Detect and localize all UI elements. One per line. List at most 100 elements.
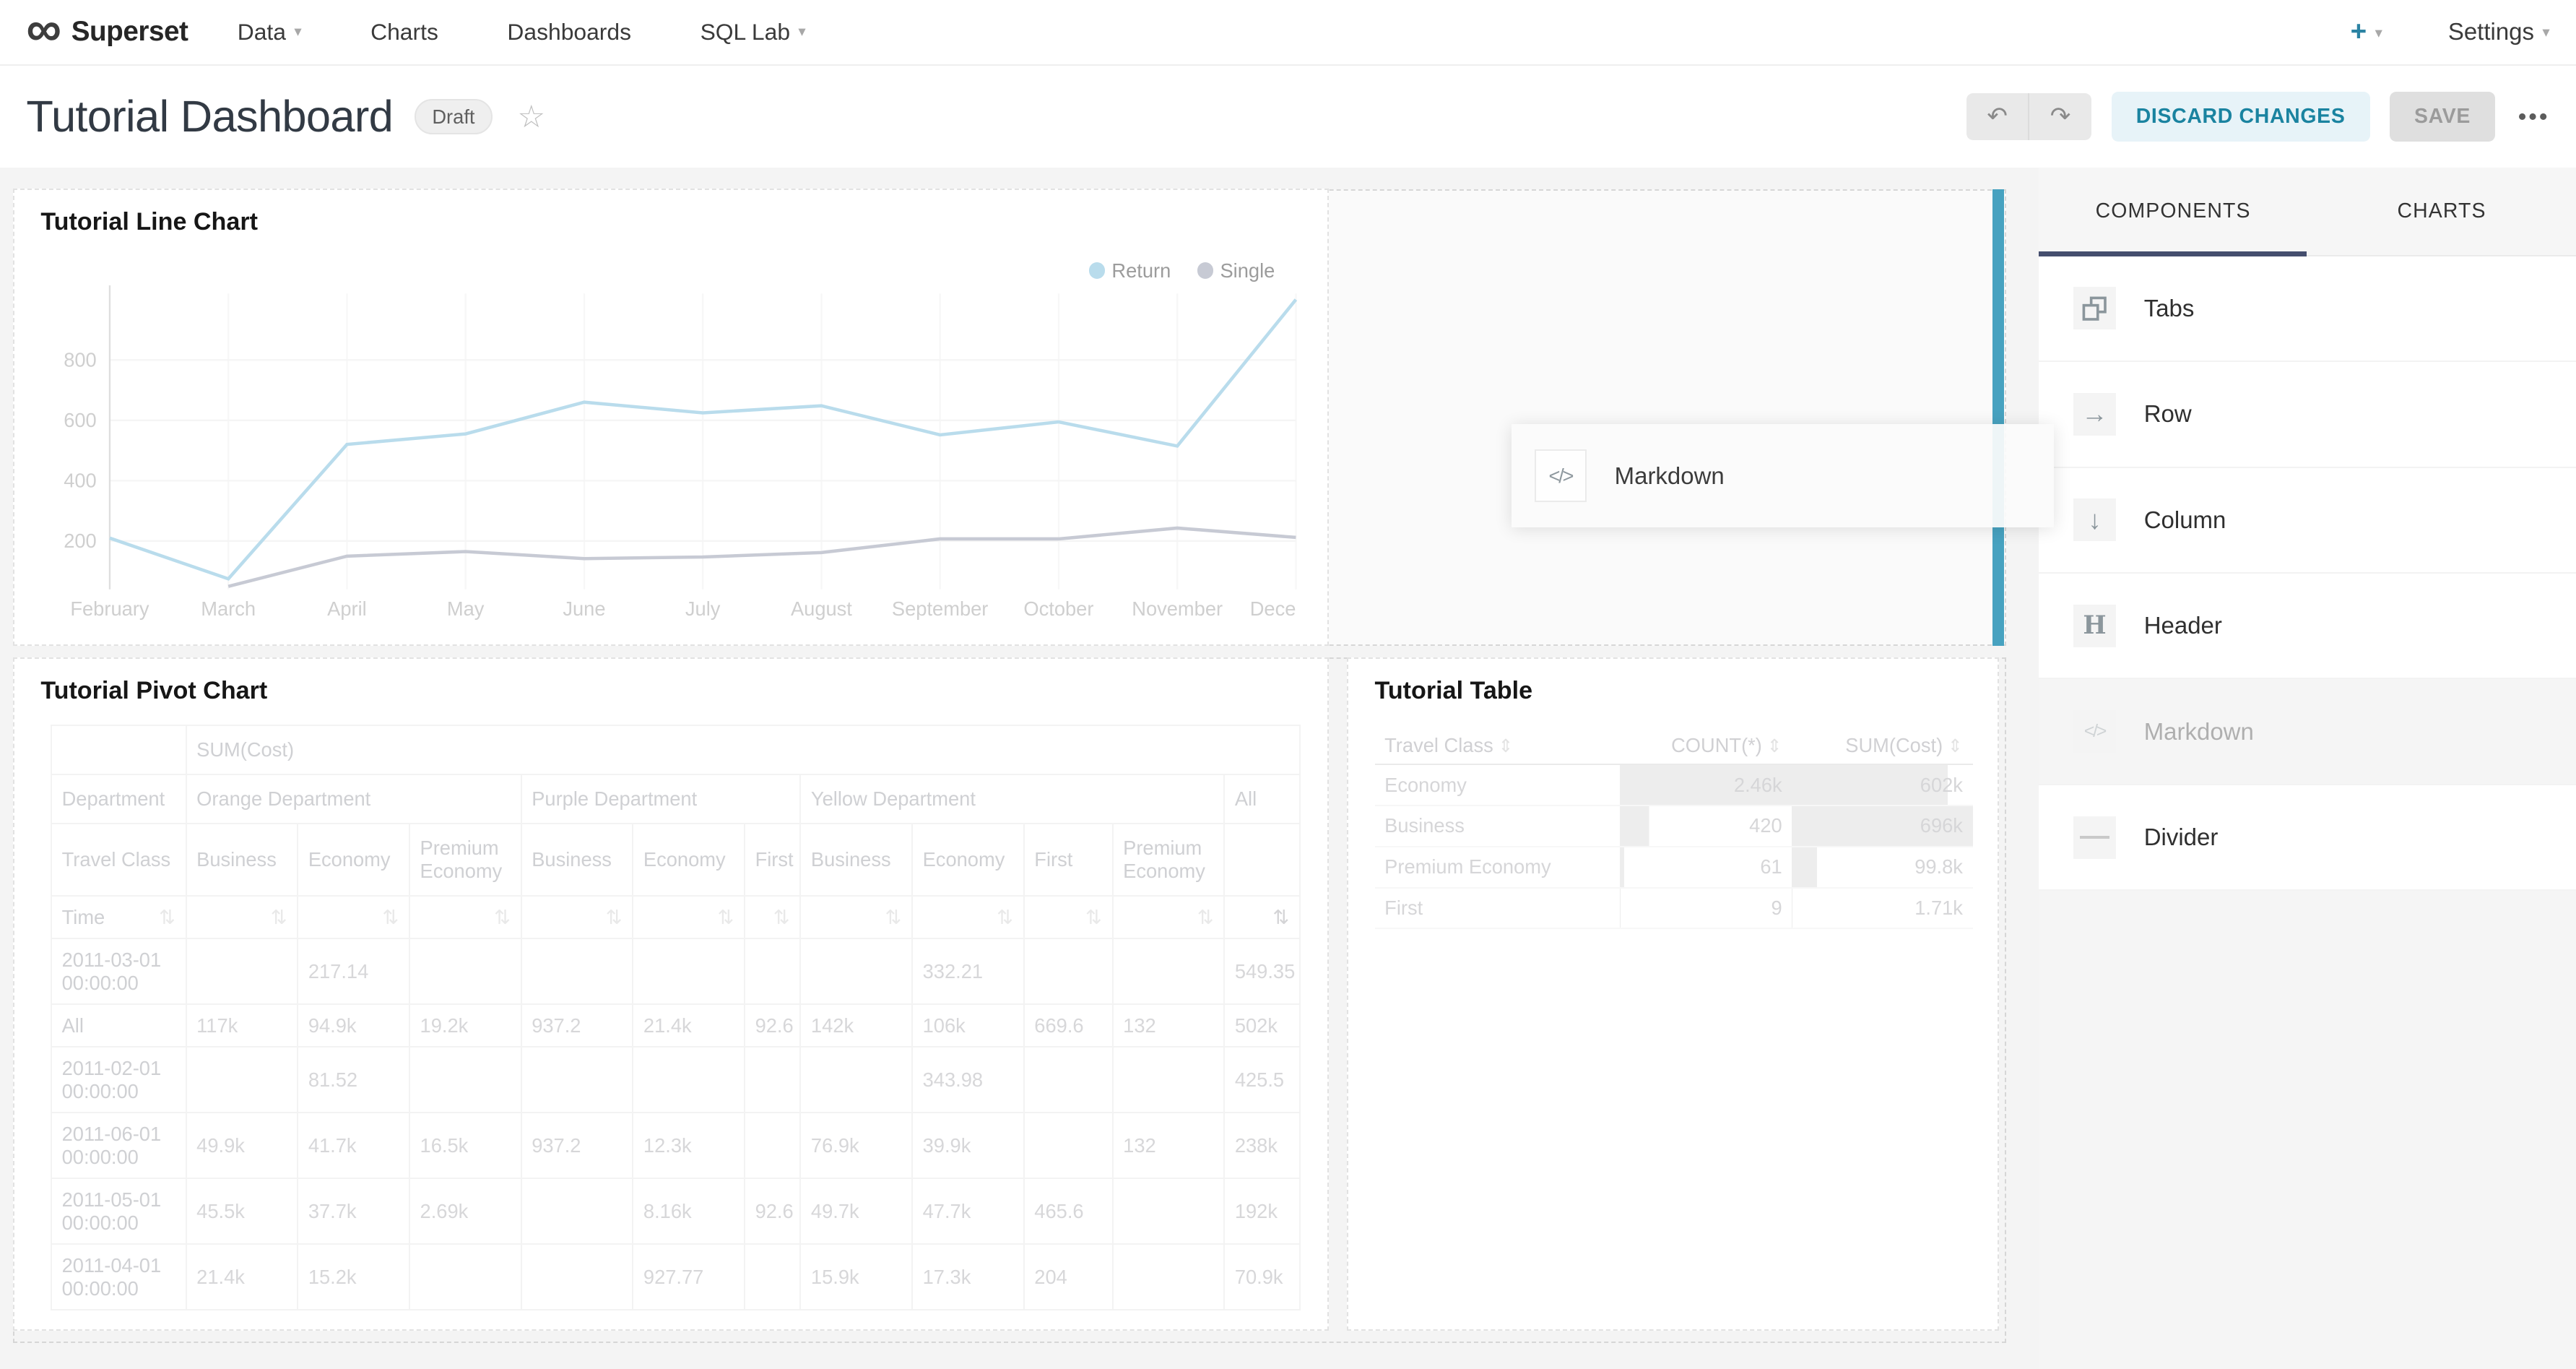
pivot-value-cell [186, 938, 298, 1004]
undo-button[interactable]: ↶ [1966, 93, 2029, 141]
drag-ghost-markdown[interactable]: </> Markdown [1512, 424, 2054, 527]
pivot-value-cell: 332.21 [912, 938, 1024, 1004]
pivot-value-cell [1024, 1113, 1113, 1178]
legend-item-return[interactable]: Return [1089, 259, 1171, 282]
pivot-value-cell: 204 [1024, 1244, 1113, 1310]
save-button[interactable]: SAVE [2390, 92, 2495, 141]
pivot-value-cell: 937.2 [521, 1004, 633, 1047]
pivot-sort-cell[interactable]: ⇅ [745, 896, 800, 938]
pivot-sort-cell[interactable]: ⇅ [521, 896, 633, 938]
chevron-down-icon: ▾ [2375, 25, 2382, 41]
dashboard-grid: Tutorial Line Chart ReturnSingle 8006004… [0, 168, 2039, 1369]
pivot-chart-title: Tutorial Pivot Chart [40, 677, 267, 705]
more-options-button[interactable]: ••• [2518, 103, 2550, 130]
pivot-col-header[interactable]: Business [521, 824, 633, 896]
pivot-col-header[interactable]: Premium Economy [409, 824, 521, 896]
sidebar-item-row[interactable]: →Row [2039, 362, 2576, 467]
pivot-col-group-orange-department[interactable]: Orange Department [186, 774, 521, 824]
pivot-value-cell: 8.16k [633, 1178, 745, 1244]
pivot-value-cell [521, 1047, 633, 1113]
pivot-row-header: 2011-03-01 00:00:00 [51, 938, 186, 1004]
sidebar-item-column[interactable]: ↓Column [2039, 468, 2576, 574]
page-title[interactable]: Tutorial Dashboard [26, 91, 393, 142]
pivot-value-cell: 549.35 [1224, 938, 1300, 1004]
pivot-sort-cell[interactable]: ⇅ [800, 896, 912, 938]
pivot-col-header[interactable]: Premium Economy [1113, 824, 1225, 896]
column-header-count-[interactable]: COUNT(*)⇕ [1620, 727, 1792, 764]
pivot-sort-cell[interactable]: ⇅ [1113, 896, 1225, 938]
sort-icon[interactable]: ⇕ [1948, 736, 1963, 756]
sidebar-item-header[interactable]: HHeader [2039, 574, 2576, 679]
data-table-card[interactable]: Tutorial Table Travel Class⇕COUNT(*)⇕SUM… [1347, 657, 1999, 1331]
pivot-time-label[interactable]: Time⇅ [51, 896, 186, 938]
discard-changes-button[interactable]: DISCARD CHANGES [2112, 92, 2370, 141]
tab-charts[interactable]: CHARTS [2307, 168, 2576, 255]
sort-icon[interactable]: ⇅ [606, 906, 623, 929]
pivot-sort-cell[interactable]: ⇅ [298, 896, 409, 938]
pivot-col-header[interactable]: Economy [633, 824, 745, 896]
sort-icon[interactable]: ⇕ [1499, 736, 1514, 756]
pivot-col-header[interactable]: Business [186, 824, 298, 896]
add-new-button[interactable]: +▾ [2351, 16, 2382, 48]
cell-travel-class: First [1375, 888, 1621, 929]
nav-item-data[interactable]: Data▾ [238, 19, 302, 46]
cell-sum: 99.8k [1792, 847, 1972, 888]
pivot-sort-cell[interactable]: ⇅ [186, 896, 298, 938]
pivot-col-group-all[interactable]: All [1224, 774, 1300, 824]
pivot-col-group-purple-department[interactable]: Purple Department [521, 774, 801, 824]
pivot-sort-cell[interactable]: ⇅ [633, 896, 745, 938]
sort-icon[interactable]: ⇅ [1085, 906, 1102, 929]
sort-icon[interactable]: ⇅ [159, 906, 175, 929]
series-line-single[interactable] [228, 528, 1296, 587]
sort-icon[interactable]: ⇅ [773, 906, 790, 929]
tab-components[interactable]: COMPONENTS [2039, 168, 2307, 255]
pivot-col-group-yellow-department[interactable]: Yellow Department [800, 774, 1224, 824]
nav-item-charts[interactable]: Charts [370, 19, 438, 46]
pivot-value-cell: 76.9k [800, 1113, 912, 1178]
x-axis-tick-label: July [685, 598, 721, 621]
pivot-col-header[interactable]: First [745, 824, 800, 896]
dashboard-row-1[interactable]: Tutorial Line Chart ReturnSingle 8006004… [13, 189, 2005, 646]
pivot-col-header[interactable] [1224, 824, 1300, 896]
sort-icon[interactable]: ⇅ [271, 906, 287, 929]
pivot-sort-cell[interactable]: ⇅ [1024, 896, 1113, 938]
column-header-travel-class[interactable]: Travel Class⇕ [1375, 727, 1621, 764]
sidebar-item-markdown[interactable]: </>Markdown [2039, 679, 2576, 785]
pivot-sort-cell[interactable]: ⇅ [409, 896, 521, 938]
nav-item-dashboards[interactable]: Dashboards [507, 19, 631, 46]
divider-icon [2073, 816, 2116, 859]
superset-brand[interactable]: ∞ Superset [26, 7, 188, 56]
pivot-value-cell: 132 [1113, 1004, 1225, 1047]
sort-icon[interactable]: ⇅ [717, 906, 734, 929]
nav-item-sql-lab[interactable]: SQL Lab▾ [701, 19, 806, 46]
pivot-value-cell [409, 938, 521, 1004]
sort-icon[interactable]: ⇅ [997, 906, 1013, 929]
redo-button[interactable]: ↷ [2029, 93, 2091, 141]
pivot-sort-cell[interactable]: ⇅ [1224, 896, 1300, 938]
column-header-sum-cost-[interactable]: SUM(Cost)⇕ [1792, 727, 1972, 764]
settings-menu[interactable]: Settings▾ [2448, 18, 2550, 46]
pivot-value-cell [186, 1047, 298, 1113]
sort-icon[interactable]: ⇅ [1272, 906, 1289, 929]
sidebar-item-tabs[interactable]: Tabs [2039, 256, 2576, 362]
status-badge: Draft [415, 99, 493, 135]
pivot-sort-cell[interactable]: ⇅ [912, 896, 1024, 938]
line-chart-card[interactable]: Tutorial Line Chart ReturnSingle 8006004… [13, 189, 1329, 645]
sort-icon[interactable]: ⇅ [494, 906, 511, 929]
dashboard-row-2[interactable]: Tutorial Pivot Chart SUM(Cost)Department… [13, 657, 2005, 1343]
sort-icon[interactable]: ⇅ [1197, 906, 1214, 929]
pivot-col-header[interactable]: Economy [298, 824, 409, 896]
pivot-col-header[interactable]: Economy [912, 824, 1024, 896]
sort-icon[interactable]: ⇅ [382, 906, 399, 929]
pivot-col-header[interactable]: First [1024, 824, 1113, 896]
sort-icon[interactable]: ⇅ [885, 906, 901, 929]
pivot-chart-card[interactable]: Tutorial Pivot Chart SUM(Cost)Department… [13, 657, 1329, 1331]
sort-icon[interactable]: ⇕ [1767, 736, 1782, 756]
pivot-col-header[interactable]: Business [800, 824, 912, 896]
pivot-value-cell: 12.3k [633, 1113, 745, 1178]
sidebar-item-divider[interactable]: Divider [2039, 785, 2576, 891]
favorite-star-icon[interactable]: ☆ [517, 99, 545, 135]
pivot-value-cell: 2.69k [409, 1178, 521, 1244]
row-arrow-icon: → [2073, 393, 2116, 436]
legend-item-single[interactable]: Single [1197, 259, 1275, 282]
